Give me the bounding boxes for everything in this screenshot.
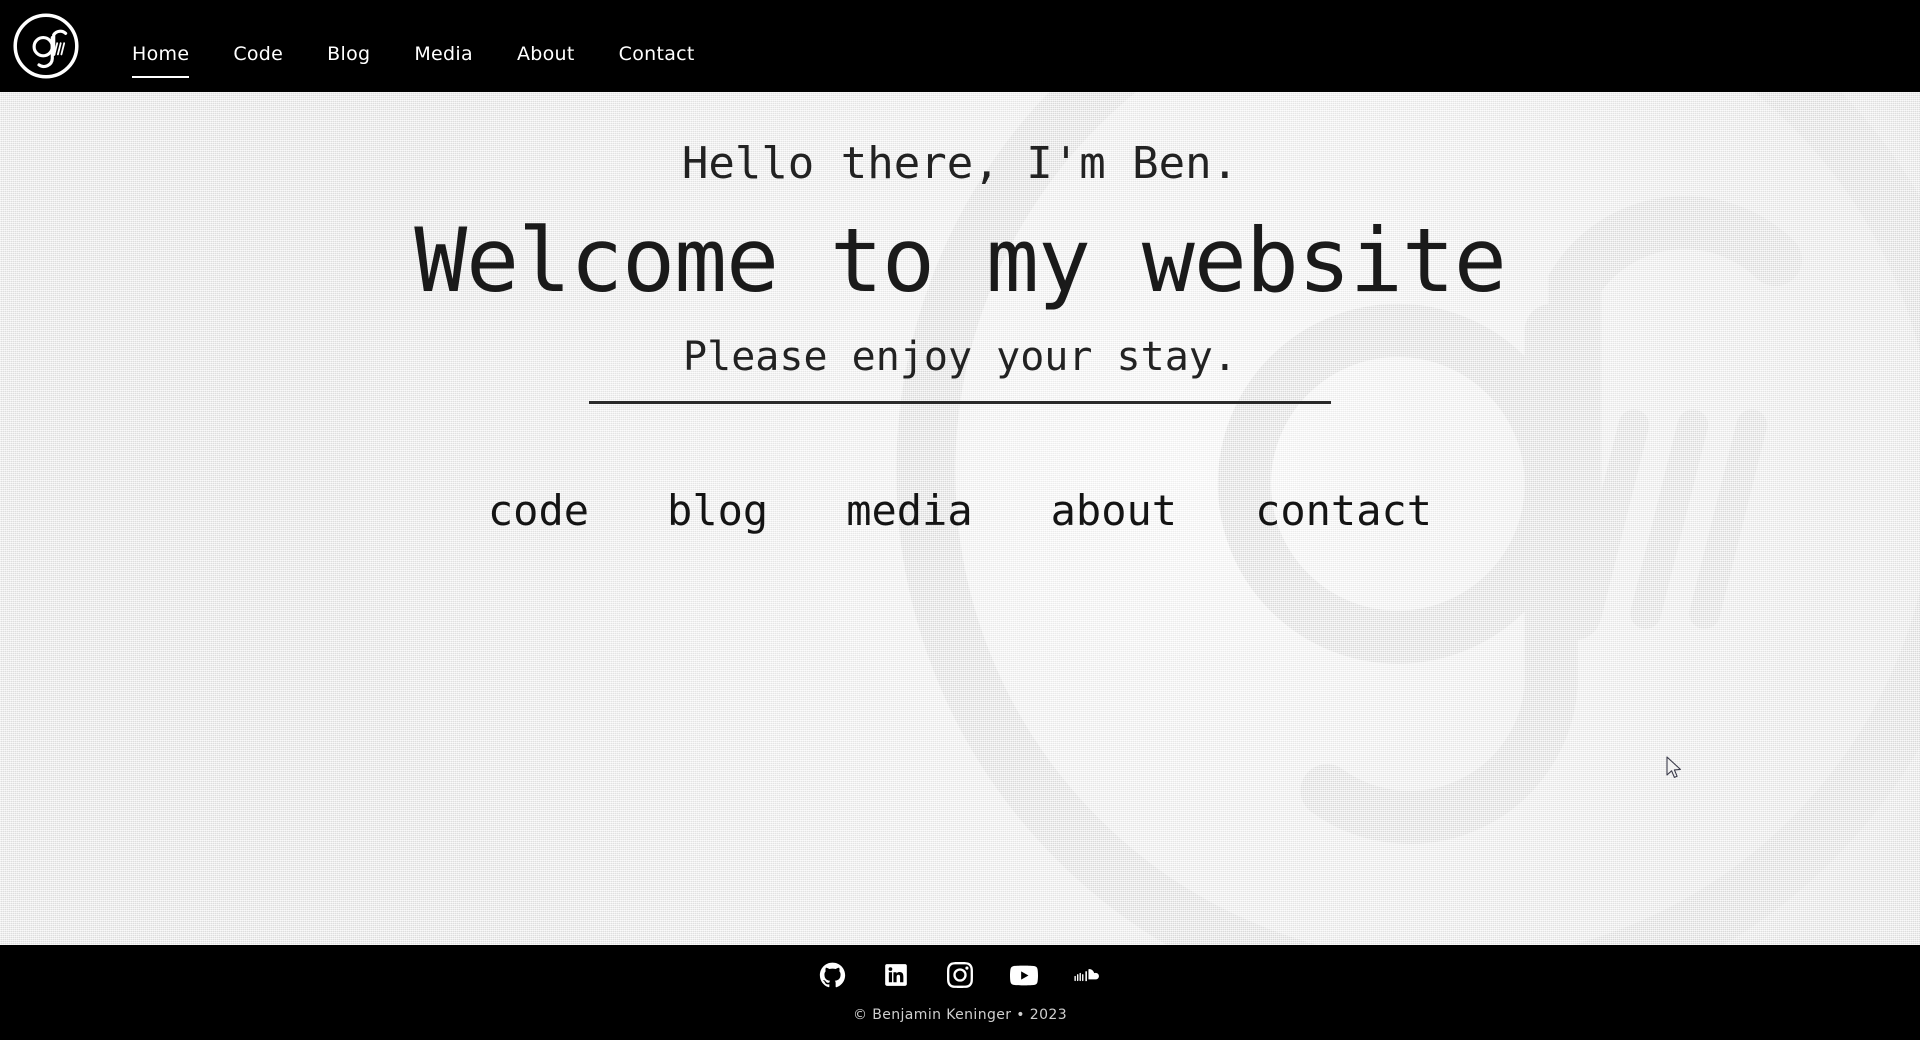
nav-item-home[interactable]: Home: [110, 15, 211, 78]
hero-section: Hello there, I'm Ben. Welcome to my webs…: [0, 92, 1920, 405]
gn-logo-icon: [13, 13, 79, 79]
quicklink-about[interactable]: about: [1051, 490, 1177, 532]
nav-item-label: Media: [414, 43, 473, 65]
youtube-icon[interactable]: [1010, 961, 1038, 989]
nav-links: Home Code Blog Media About Contact: [110, 15, 717, 78]
hero-greeting: Hello there, I'm Ben.: [681, 138, 1239, 189]
nav-item-media[interactable]: Media: [392, 15, 495, 64]
quicklink-contact[interactable]: contact: [1255, 490, 1432, 532]
nav-item-contact[interactable]: Contact: [597, 15, 717, 64]
site-footer: © Benjamin Keninger • 2023: [0, 945, 1920, 1040]
active-underline: [132, 76, 190, 78]
nav-item-label: Home: [132, 43, 190, 65]
nav-item-label: Code: [233, 43, 284, 65]
page-title: Welcome to my website: [414, 209, 1507, 313]
divider: [589, 401, 1331, 405]
quicklink-media[interactable]: media: [846, 490, 972, 532]
nav-item-about[interactable]: About: [495, 15, 597, 64]
soundcloud-icon[interactable]: [1074, 961, 1102, 989]
site-logo[interactable]: [0, 0, 92, 92]
quicklink-blog[interactable]: blog: [667, 490, 768, 532]
linkedin-icon[interactable]: [882, 961, 910, 989]
top-navbar: Home Code Blog Media About Contact: [0, 0, 1920, 92]
quicklink-code[interactable]: code: [488, 490, 589, 532]
social-links-row: [818, 961, 1102, 989]
hero-subtitle: Please enjoy your stay.: [683, 334, 1237, 381]
nav-item-label: About: [516, 43, 575, 65]
github-icon[interactable]: [818, 961, 846, 989]
nav-item-blog[interactable]: Blog: [305, 15, 392, 64]
nav-item-label: Contact: [618, 43, 695, 65]
instagram-icon[interactable]: [946, 961, 974, 989]
main-content: Hello there, I'm Ben. Welcome to my webs…: [0, 92, 1920, 945]
copyright-text: © Benjamin Keninger • 2023: [852, 1007, 1068, 1023]
nav-item-code[interactable]: Code: [211, 15, 305, 64]
quick-links-row: code blog media about contact: [0, 490, 1920, 532]
nav-item-label: Blog: [327, 43, 371, 65]
